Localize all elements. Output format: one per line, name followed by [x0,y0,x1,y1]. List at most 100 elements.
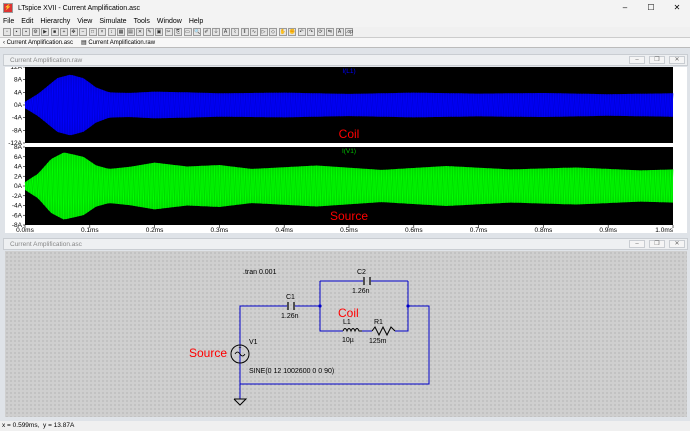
ground-icon[interactable]: ⏚ [212,28,220,36]
paste-icon[interactable]: ▭ [183,28,192,36]
label-net-icon[interactable]: A [221,28,230,36]
find-icon[interactable]: 🔍 [193,28,201,36]
r1-name: R1 [374,319,383,326]
x-tick-label: 0.1ms [81,227,99,233]
c1-value: 1.26n [281,313,299,320]
pane-close-icon[interactable]: ✕ [669,56,685,64]
cursor-x-readout: x = 0.599ms [2,422,38,429]
menu-window[interactable]: Window [157,18,182,25]
rotate-icon[interactable]: ⟳ [316,28,325,36]
menu-hierarchy[interactable]: Hierarchy [40,18,70,25]
schematic-pane-titlebar: Current Amplification.asc – ❐ ✕ [3,238,688,250]
ground-symbol [233,398,248,406]
menu-help[interactable]: Help [189,18,203,25]
cascade-icon[interactable]: ▤ [126,28,135,36]
pane-close-icon[interactable]: ✕ [669,240,685,248]
open-icon[interactable]: ▪ [12,28,21,36]
halt-icon[interactable]: ■ [50,28,59,36]
pane-minimize-icon[interactable]: – [629,56,645,64]
diode-icon[interactable]: ▷ [259,28,268,36]
c1-name: C1 [286,294,295,301]
junction-dot [406,304,410,308]
r1-value: 125m [369,338,387,345]
pane-minimize-icon[interactable]: – [629,240,645,248]
y-tick-label: -6A [12,212,23,219]
capacitor-c2[interactable] [363,277,371,285]
c2-value: 1.26n [352,288,370,295]
close-window-icon[interactable]: ✕ [136,28,144,36]
control-panel-icon[interactable]: ⚙ [31,28,40,36]
y-tick-label: 4A [14,164,23,171]
waveform-pane-titlebar: Current Amplification.raw – ❐ ✕ [3,54,688,66]
source-annotation: Source [330,209,368,223]
inductor-icon[interactable]: ∿ [250,28,258,36]
menu-tools[interactable]: Tools [134,18,150,25]
component-icon[interactable]: ◇ [269,28,277,36]
cut-icon[interactable]: ✂ [164,28,173,36]
menu-file[interactable]: File [3,18,14,25]
menu-view[interactable]: View [77,18,92,25]
menu-simulate[interactable]: Simulate [99,18,126,25]
x-tick-label: 0.5ms [340,227,358,233]
y-tick-label: 8A [14,77,23,84]
capacitor-icon[interactable]: ‖ [240,28,249,36]
x-tick-label: 0.2ms [146,227,164,233]
title-bar: ⚡ LTspice XVII - Current Amplification.a… [0,0,690,16]
spice-directive-icon[interactable]: .op [345,28,353,36]
v1-value: SINE(0 12 1002600 0 0 90) [249,368,334,375]
y-tick-label: 0A [14,102,23,109]
capacitor-c1[interactable] [287,302,295,310]
print-icon[interactable]: ▣ [155,28,163,36]
series-title: I(V1) [342,148,356,155]
tab-label: Current Amplification.asc [6,39,74,46]
tile-icon[interactable]: ▦ [117,28,125,36]
document-tabs: ‹ Current Amplification.asc ▤ Current Am… [0,38,690,48]
zoom-cancel-icon[interactable]: × [98,28,106,36]
redo-icon[interactable]: ↷ [307,28,315,36]
resistor-r1[interactable] [371,325,396,337]
probe-icon[interactable]: ✎ [145,28,154,36]
copy-icon[interactable]: ⎘ [174,28,182,36]
minimize-icon[interactable]: – [612,0,638,16]
y-tick-label: 2A [14,173,23,180]
x-tick-label: 1.0ms [655,227,673,233]
inductor-l1[interactable] [342,328,362,333]
tab-waveform[interactable]: ▤ Current Amplification.raw [81,39,155,46]
maximize-icon[interactable]: ☐ [638,0,664,16]
x-tick-label: 0.0ms [16,227,34,233]
new-icon[interactable]: ▫ [3,28,11,36]
mirror-icon[interactable]: ⇋ [326,28,334,36]
x-tick-label: 0.4ms [275,227,293,233]
pane-restore-icon[interactable]: ❐ [649,240,665,248]
text-icon[interactable]: A [335,28,344,36]
close-icon[interactable]: ✕ [664,0,690,16]
run-icon[interactable]: ▶ [41,28,49,36]
tab-schematic[interactable]: ‹ Current Amplification.asc [3,40,73,46]
schematic-canvas[interactable]: + .tran 0.001 C2 1.26n C1 1.26n L1 10µ R… [5,251,687,417]
resistor-icon[interactable]: ⌇ [231,28,239,36]
zoom-in-icon[interactable]: + [60,28,68,36]
zoom-out-icon[interactable]: − [79,28,87,36]
zoom-fit-icon[interactable]: □ [88,28,97,36]
pane-restore-icon[interactable]: ❐ [649,56,665,64]
waveform-plot[interactable]: 12A8A4A0A-4A-8A-12AI(L1)Coil8A6A4A2A0A-2… [5,64,687,234]
y-tick-label: -8A [12,127,23,134]
spice-directive[interactable]: .tran 0.001 [243,269,277,276]
wire [239,305,287,399]
move-icon[interactable]: ✋ [278,28,287,36]
v1-name: V1 [249,339,258,346]
schematic-pane-title: Current Amplification.asc [10,240,82,248]
undo-icon[interactable]: ↶ [297,28,306,36]
menu-edit[interactable]: Edit [21,18,33,25]
drag-icon[interactable]: ✊ [288,28,296,36]
x-tick-label: 0.7ms [470,227,488,233]
save-icon[interactable]: ▪ [22,28,30,36]
x-tick-label: 0.3ms [211,227,229,233]
menu-bar: File Edit Hierarchy View Simulate Tools … [0,16,690,27]
waveform-viewer[interactable]: 12A 8A 4A 0A -4A -8A -12A I(L1) Coil 8A 6A 4A 2A 0A -2… [5,64,687,234]
y-tick-label: 4A [14,89,23,96]
schematic-editor[interactable]: + .tran 0.001 C2 1.26n C1 1.26n L1 10µ R… [5,251,687,417]
autorange-icon[interactable]: ↕ [107,28,116,36]
wire-icon[interactable]: ✐ [202,28,211,36]
pan-icon[interactable]: ✥ [69,28,78,36]
